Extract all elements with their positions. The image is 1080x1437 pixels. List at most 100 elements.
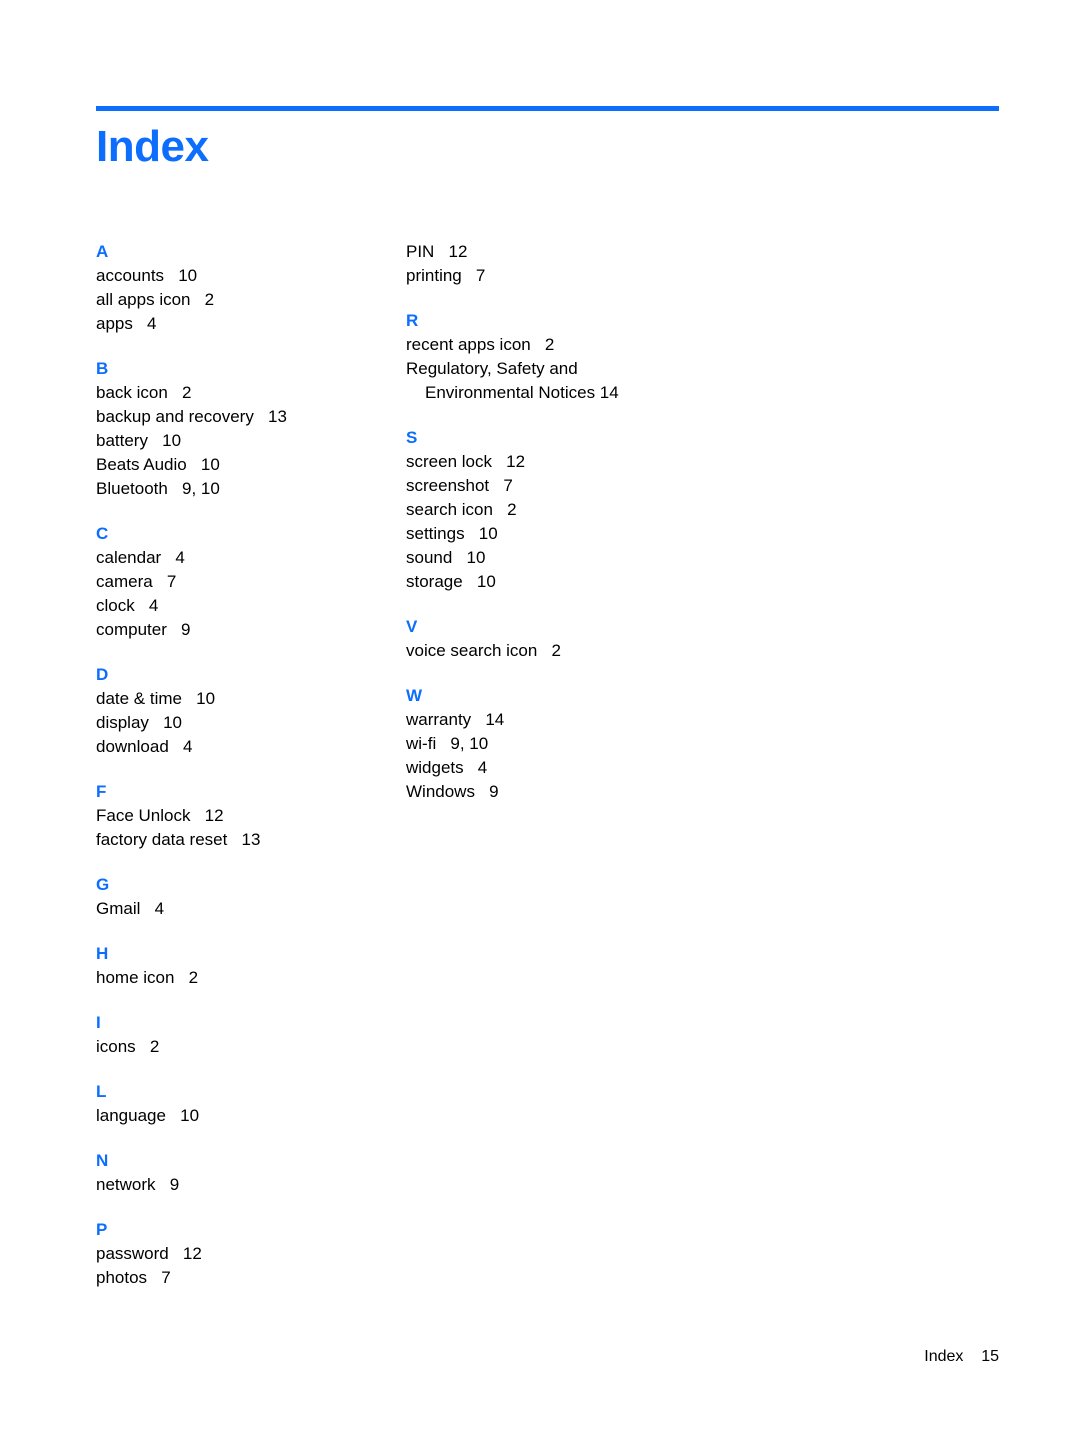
index-entry-pages: 14: [471, 710, 505, 729]
letter-group-a: Aaccounts 10 all apps icon 2 apps 4: [96, 240, 406, 336]
index-entry-term: back icon: [96, 383, 168, 402]
index-entry[interactable]: all apps icon 2: [96, 288, 406, 312]
index-entry-pages: 2: [530, 335, 555, 354]
group-letter-heading: V: [406, 617, 418, 636]
footer-label: Index: [924, 1348, 964, 1365]
index-entry-pages: 2: [167, 383, 192, 402]
index-entry[interactable]: PIN 12: [406, 240, 826, 264]
index-entry[interactable]: backup and recovery 13: [96, 405, 406, 429]
letter-group-n: Nnetwork 9: [96, 1149, 406, 1197]
index-entry-term: apps: [96, 314, 133, 333]
index-entry-term: Beats Audio: [96, 455, 187, 474]
index-entry[interactable]: password 12: [96, 1242, 406, 1266]
index-entry[interactable]: warranty 14: [406, 708, 826, 732]
index-entry[interactable]: accounts 10: [96, 264, 406, 288]
index-entry[interactable]: printing 7: [406, 264, 826, 288]
index-entry[interactable]: Windows 9: [406, 780, 826, 804]
group-letter-heading: D: [96, 665, 109, 684]
footer-page-number: [963, 1348, 981, 1365]
index-entry[interactable]: date & time 10: [96, 687, 406, 711]
group-letter-heading: G: [96, 875, 110, 894]
index-entry-pages: 9: [166, 620, 191, 639]
index-page: Index Aaccounts 10 all apps icon 2 apps 4B…: [0, 0, 1080, 1437]
index-entry-term: password: [96, 1244, 169, 1263]
index-entry-pages: 10: [147, 431, 182, 450]
index-entry[interactable]: voice search icon 2: [406, 639, 826, 663]
index-entry-term: network: [96, 1175, 156, 1194]
index-entry[interactable]: Face Unlock 12: [96, 804, 406, 828]
index-entry-pages: 2: [492, 500, 517, 519]
index-entry[interactable]: Bluetooth 9, 10: [96, 477, 406, 501]
index-entry[interactable]: photos 7: [96, 1266, 406, 1290]
index-entry[interactable]: home icon 2: [96, 966, 406, 990]
index-entry-term: recent apps icon: [406, 335, 531, 354]
group-letter-heading: A: [96, 242, 109, 261]
index-entry[interactable]: screen lock 12: [406, 450, 826, 474]
index-entry[interactable]: icons 2: [96, 1035, 406, 1059]
index-entry-term: sound: [406, 548, 453, 567]
index-entry-term: Gmail: [96, 899, 141, 918]
letter-group-c: Ccalendar 4 camera 7 clock 4 computer 9: [96, 522, 406, 642]
index-entry[interactable]: calendar 4: [96, 546, 406, 570]
index-entry[interactable]: recent apps icon 2: [406, 333, 826, 357]
index-entry[interactable]: widgets 4: [406, 756, 826, 780]
index-entry[interactable]: computer 9: [96, 618, 406, 642]
index-entry-pages: 9, 10: [167, 479, 220, 498]
index-entry-term: widgets: [406, 758, 464, 777]
index-entry[interactable]: Regulatory, Safety and: [406, 357, 826, 381]
index-entry-continuation[interactable]: Environmental Notices 14: [406, 381, 826, 405]
index-entry[interactable]: clock 4: [96, 594, 406, 618]
index-entry[interactable]: storage 10: [406, 570, 826, 594]
index-entry[interactable]: network 9: [96, 1173, 406, 1197]
index-entry-term: download: [96, 737, 169, 756]
index-entry-term: icons: [96, 1037, 136, 1056]
index-entry[interactable]: wi-fi 9, 10: [406, 732, 826, 756]
index-entry-continuation-term: Environmental Notices: [425, 383, 596, 402]
index-entry[interactable]: apps 4: [96, 312, 406, 336]
index-entry-term: factory data reset: [96, 830, 228, 849]
index-entry-term: backup and recovery: [96, 407, 254, 426]
index-entry[interactable]: search icon 2: [406, 498, 826, 522]
index-entry[interactable]: camera 7: [96, 570, 406, 594]
index-entry[interactable]: battery 10: [96, 429, 406, 453]
index-entry-pages: 4: [161, 548, 185, 567]
index-entry[interactable]: display 10: [96, 711, 406, 735]
index-entry[interactable]: Beats Audio 10: [96, 453, 406, 477]
index-entry-pages: 4: [134, 596, 159, 615]
index-entry[interactable]: Gmail 4: [96, 897, 406, 921]
letter-group-continued: PIN 12 printing 7: [406, 240, 826, 288]
group-letter-heading: N: [96, 1151, 109, 1170]
index-entry[interactable]: settings 10: [406, 522, 826, 546]
letter-group-h: Hhome icon 2: [96, 942, 406, 990]
index-entry[interactable]: language 10: [96, 1104, 406, 1128]
index-entry[interactable]: factory data reset 13: [96, 828, 406, 852]
index-column-right: PIN 12 printing 7 Rrecent apps icon 2 Regul…: [406, 240, 826, 804]
index-entry-term: accounts: [96, 266, 165, 285]
letter-group-w: Wwarranty 14 wi-fi 9, 10 widgets 4 Windows …: [406, 684, 826, 804]
index-entry-pages: 9, 10: [436, 734, 489, 753]
index-entry-pages: 10: [182, 689, 216, 708]
letter-group-i: Iicons 2: [96, 1011, 406, 1059]
letter-group-d: Ddate & time 10 display 10 download 4: [96, 663, 406, 759]
index-entry[interactable]: back icon 2: [96, 381, 406, 405]
index-entry-pages: 10: [165, 1106, 200, 1125]
group-letter-heading: B: [96, 359, 109, 378]
index-entry[interactable]: download 4: [96, 735, 406, 759]
index-body: Aaccounts 10 all apps icon 2 apps 4 Bback i…: [96, 240, 999, 1290]
index-entry-term: battery: [96, 431, 148, 450]
index-entry-pages: 2: [174, 968, 199, 987]
letter-group-b: Bback icon 2 backup and recovery 13 batter…: [96, 357, 406, 501]
index-entry-term: PIN: [406, 242, 435, 261]
index-entry-pages: 12: [491, 452, 526, 471]
index-entry[interactable]: sound 10: [406, 546, 826, 570]
index-entry-pages: 12: [434, 242, 468, 261]
index-entry-pages: 2: [135, 1037, 160, 1056]
index-entry-term: Bluetooth: [96, 479, 168, 498]
index-entry-pages: 4: [463, 758, 488, 777]
index-entry-term: screen lock: [406, 452, 492, 471]
index-entry[interactable]: screenshot 7: [406, 474, 826, 498]
index-entry-pages: 10: [148, 713, 183, 732]
footer-page-value: 15: [981, 1348, 999, 1365]
index-entry-term: settings: [406, 524, 465, 543]
title-rule: [96, 106, 999, 111]
